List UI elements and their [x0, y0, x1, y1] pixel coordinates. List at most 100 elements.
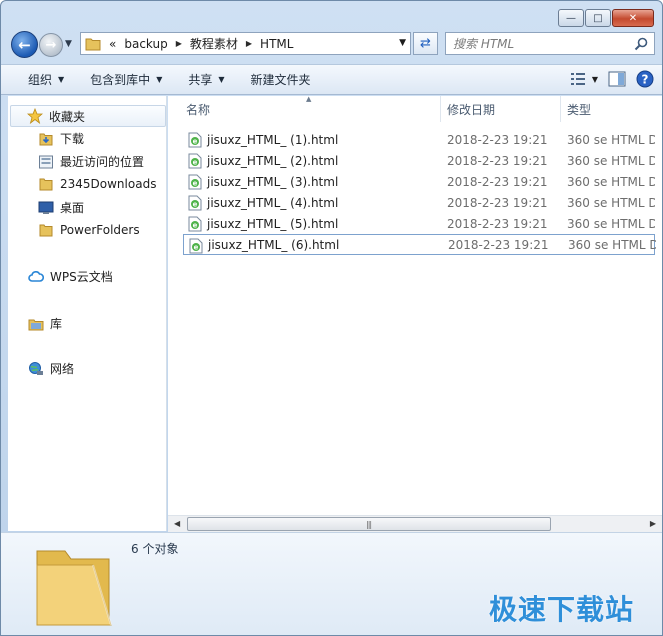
search-input[interactable] — [453, 36, 633, 51]
back-button[interactable]: ← — [11, 31, 38, 58]
libraries-label: 库 — [50, 317, 63, 331]
file-name: jisuxz_HTML_ (4).html — [207, 195, 339, 210]
file-name: jisuxz_HTML_ (6).html — [208, 237, 340, 252]
file-modified: 2018-2-23 19:21 — [447, 216, 548, 231]
close-button[interactable]: ✕ — [612, 9, 654, 27]
download-folder-icon — [39, 133, 53, 145]
library-icon — [28, 319, 44, 330]
search-box[interactable] — [445, 32, 655, 55]
folder-icon — [85, 38, 101, 50]
sidebar-item-desktop[interactable]: 桌面 — [38, 199, 84, 216]
horizontal-scrollbar[interactable]: ◀ ||| ▶ — [168, 515, 662, 532]
powerfolders-label: PowerFolders — [60, 223, 140, 237]
command-bar: 组织 ▼ 包含到库中 ▼ 共享 ▼ 新建文件夹 ▼ ? — [1, 64, 662, 95]
file-row[interactable]: e jisuxz_HTML_ (1).html 2018-2-23 19:21 360… — [183, 129, 655, 150]
column-divider[interactable] — [560, 96, 561, 122]
column-name-label: 名称 — [186, 102, 211, 117]
refresh-icon: ⇄ — [420, 36, 431, 51]
html-file-icon: e — [188, 216, 202, 232]
maximize-button[interactable]: □ — [585, 9, 611, 27]
svg-text:e: e — [193, 201, 198, 209]
column-header-modified[interactable]: 修改日期 — [447, 96, 495, 122]
back-arrow-icon: ← — [18, 35, 31, 54]
2345downloads-label: 2345Downloads — [60, 177, 157, 191]
breadcrumb-backup[interactable]: backup — [124, 37, 167, 51]
breadcrumb-chevron-icon[interactable]: ▶ — [246, 39, 252, 48]
organize-button[interactable]: 组织 ▼ — [28, 71, 64, 88]
scroll-right-icon[interactable]: ▶ — [650, 519, 656, 528]
share-label: 共享 — [188, 73, 213, 87]
svg-text:e: e — [193, 222, 198, 230]
file-row[interactable]: e jisuxz_HTML_ (2).html 2018-2-23 19:21 360… — [183, 150, 655, 171]
sidebar-item-favorites[interactable]: 收藏夹 — [10, 105, 166, 127]
html-file-icon: e — [188, 195, 202, 211]
file-modified: 2018-2-23 19:21 — [447, 132, 548, 147]
watermark-text: 极速下载站 — [489, 593, 635, 626]
address-overflow[interactable]: « — [109, 37, 116, 51]
search-icon[interactable] — [634, 37, 648, 51]
include-library-label: 包含到库中 — [90, 73, 151, 87]
view-dropdown-icon[interactable]: ▼ — [592, 75, 598, 84]
sidebar-item-powerfolders[interactable]: PowerFolders — [38, 222, 140, 238]
network-icon — [29, 361, 43, 375]
recent-pages-dropdown[interactable]: ▼ — [65, 39, 72, 49]
star-icon — [27, 108, 43, 124]
chevron-down-icon: ▼ — [156, 75, 163, 84]
help-icon[interactable]: ? — [636, 70, 654, 88]
breadcrumb-chevron-icon[interactable]: ▶ — [176, 39, 182, 48]
breadcrumb-html[interactable]: HTML — [260, 37, 293, 51]
details-pane: 6 个对象 极速下载站 — [1, 532, 662, 635]
svg-text:e: e — [193, 138, 198, 146]
file-type: 360 se HTML Do — [567, 153, 655, 168]
svg-text:e: e — [193, 159, 198, 167]
network-label: 网络 — [50, 362, 75, 376]
sidebar-item-wps-cloud[interactable]: WPS云文档 — [28, 268, 113, 285]
forward-arrow-icon: → — [45, 37, 57, 53]
column-header-name[interactable]: 名称 — [186, 96, 210, 122]
new-folder-button[interactable]: 新建文件夹 — [251, 71, 311, 88]
organize-label: 组织 — [28, 73, 53, 87]
file-type: 360 se HTML Do — [567, 132, 655, 147]
file-row[interactable]: e jisuxz_HTML_ (4).html 2018-2-23 19:21 360… — [183, 192, 655, 213]
file-type: 360 se HTML Do — [567, 174, 655, 189]
downloads-label: 下载 — [60, 132, 85, 146]
file-row[interactable]: e jisuxz_HTML_ (5).html 2018-2-23 19:21 360… — [183, 213, 655, 234]
file-type: 360 se HTML Do — [567, 216, 655, 231]
html-file-icon: e — [188, 153, 202, 169]
file-row[interactable]: e jisuxz_HTML_ (6).html 2018-2-23 19:21 360… — [183, 234, 656, 255]
sidebar-item-network[interactable]: 网络 — [28, 360, 74, 377]
breadcrumb-tutorial-materials[interactable]: 教程素材 — [190, 35, 238, 52]
column-header-type[interactable]: 类型 — [567, 96, 591, 122]
recent-places-icon — [39, 155, 53, 168]
include-in-library-button[interactable]: 包含到库中 ▼ — [90, 71, 162, 88]
scrollbar-thumb[interactable]: ||| — [187, 517, 551, 531]
cloud-icon — [28, 270, 44, 282]
sidebar-item-recent-places[interactable]: 最近访问的位置 — [38, 153, 144, 170]
address-dropdown-icon[interactable]: ▼ — [399, 38, 406, 48]
forward-button[interactable]: → — [39, 33, 63, 57]
view-options-icon[interactable] — [570, 72, 588, 86]
minimize-button[interactable]: — — [558, 9, 584, 27]
new-folder-label: 新建文件夹 — [250, 73, 311, 87]
file-row[interactable]: e jisuxz_HTML_ (3).html 2018-2-23 19:21 360… — [183, 171, 655, 192]
sidebar-item-downloads[interactable]: 下载 — [38, 130, 84, 147]
scroll-left-icon[interactable]: ◀ — [174, 519, 180, 528]
file-name: jisuxz_HTML_ (2).html — [207, 153, 339, 168]
address-bar[interactable]: « backup ▶ 教程素材 ▶ HTML ▼ — [80, 32, 411, 55]
share-button[interactable]: 共享 ▼ — [188, 71, 224, 88]
preview-pane-icon[interactable] — [608, 71, 626, 87]
sidebar-item-2345downloads[interactable]: 2345Downloads — [38, 176, 156, 192]
item-count: 6 个对象 — [131, 542, 179, 556]
sort-ascending-icon: ▲ — [306, 95, 312, 103]
sidebar-item-libraries[interactable]: 库 — [28, 315, 62, 332]
desktop-label: 桌面 — [60, 201, 85, 215]
column-modified-label: 修改日期 — [447, 102, 496, 117]
html-file-icon: e — [188, 132, 202, 148]
chevron-down-icon: ▼ — [58, 75, 65, 84]
column-divider[interactable] — [440, 96, 441, 122]
file-name: jisuxz_HTML_ (5).html — [207, 216, 339, 231]
svg-text:?: ? — [642, 73, 649, 87]
svg-text:e: e — [194, 244, 199, 252]
file-modified: 2018-2-23 19:21 — [448, 237, 549, 252]
refresh-button[interactable]: ⇄ — [413, 32, 438, 55]
